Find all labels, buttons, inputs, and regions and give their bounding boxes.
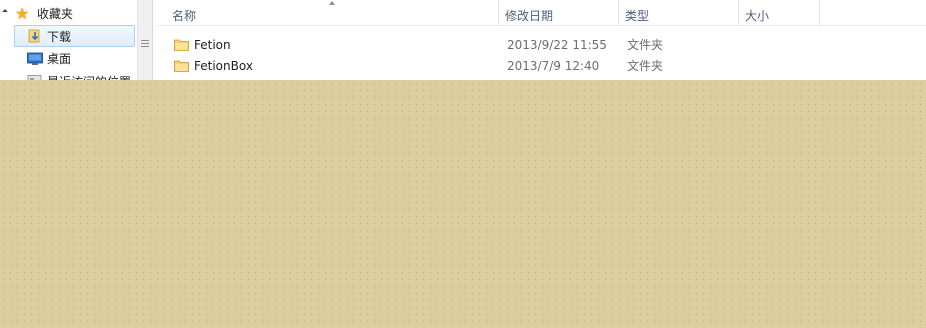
file-type: 文件夹 (627, 38, 664, 52)
column-header-bar: 名称 修改日期 类型 大小 (156, 0, 926, 26)
column-header-type[interactable]: 类型 (619, 0, 739, 25)
splitter-grip-icon (141, 40, 149, 47)
file-type: 文件夹 (627, 59, 664, 73)
favorites-node[interactable]: ★ 收藏夹 (0, 3, 137, 25)
nav-item-label: 下载 (47, 30, 72, 44)
column-header-name[interactable]: 名称 (166, 0, 499, 25)
nav-item-downloads[interactable]: 下载 (14, 25, 135, 47)
column-header-size[interactable]: 大小 (739, 0, 820, 25)
file-name: Fetion (194, 38, 231, 52)
nav-item-label: 桌面 (47, 52, 72, 66)
file-date: 2013/7/9 12:40 (507, 59, 600, 73)
favorites-label: 收藏夹 (37, 7, 74, 21)
desktop-icon (27, 52, 43, 65)
folder-icon (174, 39, 189, 51)
file-row[interactable]: FetionBox 2013/7/9 12:40 文件夹 (174, 56, 914, 77)
file-name: FetionBox (194, 59, 253, 73)
star-icon: ★ (15, 4, 30, 23)
folder-icon (174, 60, 189, 72)
file-date: 2013/9/22 11:55 (507, 38, 607, 52)
column-header-date[interactable]: 修改日期 (499, 0, 619, 25)
file-row[interactable]: Fetion 2013/9/22 11:55 文件夹 (174, 35, 914, 56)
download-folder-icon (28, 29, 40, 43)
expand-arrow-icon[interactable] (2, 9, 8, 15)
sticky-note-overlay (0, 80, 926, 328)
